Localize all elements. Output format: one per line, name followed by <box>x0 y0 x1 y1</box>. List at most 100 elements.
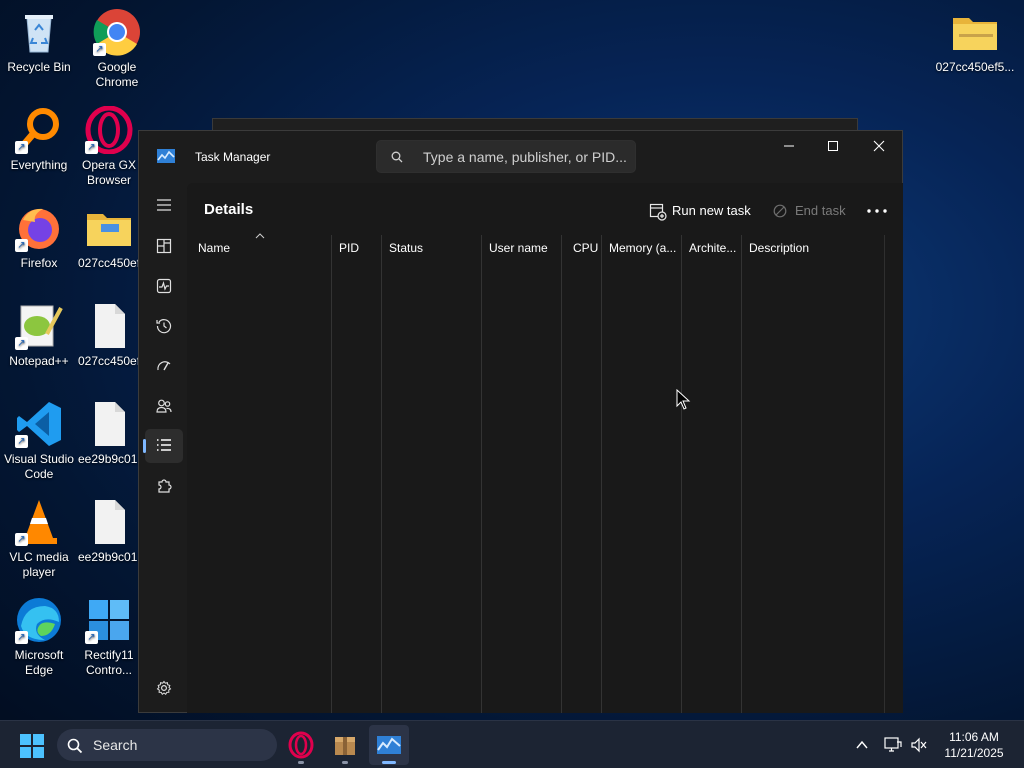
windows-start-icon[interactable] <box>20 734 44 758</box>
desktop-icon-label: Google Chrome <box>95 60 139 89</box>
column-divider[interactable] <box>561 235 562 713</box>
desktop-icon-label: Microsoft Edge <box>14 648 64 677</box>
task-manager-window: Task Manager Type a name, publisher, or … <box>138 130 903 713</box>
taskbar-search-label: Search <box>93 737 138 753</box>
taskbar: Search 11:06 AM 11/21/2025 <box>0 720 1024 768</box>
shortcut-arrow-icon: ↗ <box>15 631 28 644</box>
column-header-user-name[interactable]: User name <box>482 233 562 263</box>
column-header-status[interactable]: Status <box>382 233 482 263</box>
desktop-icon-label: Rectify11 Contro... <box>84 648 134 677</box>
desktop-icon-file-027cc450ef[interactable]: 027cc450ef... <box>78 302 140 369</box>
column-header-name[interactable]: Name <box>191 233 331 263</box>
task-manager-icon <box>377 736 401 754</box>
more-options-button[interactable] <box>861 196 893 226</box>
startup-apps-icon <box>157 361 171 371</box>
taskbar-app-opera-gx[interactable] <box>281 725 321 765</box>
desktop-icon-label: 027cc450ef5... <box>935 60 1015 74</box>
chrome-icon: ↗ <box>93 8 141 56</box>
desktop-icon-label: Visual Studio Code <box>4 452 74 481</box>
details-page: Details Run new task End task Name PID S… <box>187 183 903 713</box>
desktop-icon-notepad-plus-plus[interactable]: ↗ Notepad++ <box>0 302 78 369</box>
nav-item-processes[interactable] <box>145 229 183 263</box>
taskbar-search[interactable]: Search <box>57 729 277 761</box>
column-header-architecture[interactable]: Archite... <box>682 233 742 263</box>
network-icon[interactable] <box>884 737 902 753</box>
task-manager-logo-icon <box>157 149 175 163</box>
services-puzzle-icon <box>158 479 172 493</box>
minimize-button[interactable] <box>766 131 812 161</box>
shortcut-arrow-icon: ↗ <box>85 141 98 154</box>
taskbar-app-task-manager[interactable] <box>369 725 409 765</box>
taskbar-app-package[interactable] <box>325 725 365 765</box>
desktop-icon-vlc[interactable]: ↗ VLC media player <box>0 498 78 580</box>
nav-item-users[interactable] <box>145 389 183 423</box>
hamburger-menu-icon <box>157 199 171 211</box>
nav-menu-toggle[interactable] <box>145 189 183 223</box>
column-divider[interactable] <box>481 235 482 713</box>
nav-item-settings[interactable] <box>145 671 183 705</box>
column-header-memory[interactable]: Memory (a... <box>602 233 682 263</box>
nav-item-details[interactable] <box>143 429 183 463</box>
desktop-icon-vscode[interactable]: ↗ Visual Studio Code <box>0 400 78 482</box>
nav-item-performance[interactable] <box>145 269 183 303</box>
desktop-icon-label: 027cc450ef... <box>78 354 140 368</box>
desktop-icon-file-ee29b9c01-2[interactable]: ee29b9c01... <box>78 498 140 565</box>
run-new-task-icon <box>649 203 667 221</box>
shortcut-arrow-icon: ↗ <box>93 43 106 56</box>
column-divider[interactable] <box>601 235 602 713</box>
title-bar[interactable]: Task Manager Type a name, publisher, or … <box>139 131 902 183</box>
desktop-icon-folder-027cc450ef[interactable]: 027cc450ef... <box>78 204 140 271</box>
zip-folder-icon <box>951 8 999 56</box>
file-icon <box>85 498 133 546</box>
vscode-icon: ↗ <box>15 400 63 448</box>
folder-icon <box>85 204 133 252</box>
desktop-icon-label: Firefox <box>20 256 58 270</box>
desktop-icon-file-ee29b9c01[interactable]: ee29b9c01... <box>78 400 140 467</box>
desktop-icon-edge[interactable]: ↗ Microsoft Edge <box>0 596 78 678</box>
desktop-icon-rectify11[interactable]: ↗ Rectify11 Contro... <box>78 596 140 678</box>
nav-item-startup-apps[interactable] <box>145 349 183 383</box>
settings-gear-icon <box>156 680 172 696</box>
nav-item-app-history[interactable] <box>145 309 183 343</box>
minimize-icon <box>784 145 794 147</box>
show-hidden-icons-chevron-icon[interactable] <box>855 738 869 752</box>
run-new-task-button[interactable]: Run new task <box>645 196 755 226</box>
column-divider[interactable] <box>381 235 382 713</box>
column-divider[interactable] <box>741 235 742 713</box>
column-divider[interactable] <box>331 235 332 713</box>
desktop-icon-everything[interactable]: ↗ Everything <box>0 106 78 173</box>
table-scroll-edge[interactable] <box>884 235 885 713</box>
nav-item-services[interactable] <box>145 469 183 503</box>
page-title: Details <box>204 201 254 218</box>
desktop-icon-google-chrome[interactable]: ↗ Google Chrome <box>78 8 156 90</box>
run-new-task-label: Run new task <box>672 203 751 218</box>
column-header-pid[interactable]: PID <box>332 233 382 263</box>
desktop-icon-firefox[interactable]: ↗ Firefox <box>0 204 78 271</box>
system-clock[interactable]: 11:06 AM 11/21/2025 <box>938 729 1010 761</box>
clock-time: 11:06 AM <box>949 730 999 744</box>
shortcut-arrow-icon: ↗ <box>15 435 28 448</box>
desktop-icon-recycle-bin[interactable]: Recycle Bin <box>0 8 78 75</box>
running-indicator <box>342 761 348 764</box>
desktop-icon-opera-gx[interactable]: ↗ Opera GX Browser <box>78 106 140 188</box>
shortcut-arrow-icon: ↗ <box>15 337 28 350</box>
users-icon <box>156 399 172 413</box>
end-task-button[interactable]: End task <box>767 196 857 226</box>
desktop-icon-zip-027cc450ef5[interactable]: 027cc450ef5... <box>934 8 1016 75</box>
volume-muted-icon[interactable] <box>910 737 928 753</box>
column-header-cpu[interactable]: CPU <box>566 233 606 263</box>
notepad-plus-plus-icon: ↗ <box>15 302 63 350</box>
vlc-icon: ↗ <box>15 498 63 546</box>
maximize-button[interactable] <box>810 131 856 161</box>
search-icon <box>391 151 403 163</box>
search-input[interactable]: Type a name, publisher, or PID... <box>376 140 636 173</box>
desktop-icon-label: ee29b9c01... <box>78 452 140 466</box>
column-divider[interactable] <box>681 235 682 713</box>
column-header-description[interactable]: Description <box>742 233 882 263</box>
close-button[interactable] <box>856 131 902 161</box>
running-indicator <box>298 761 304 764</box>
details-table-header: Name PID Status User name CPU Memory (a.… <box>187 233 887 263</box>
opera-gx-icon: ↗ <box>85 106 133 155</box>
navigation-sidebar <box>139 183 187 713</box>
search-icon <box>67 738 83 754</box>
